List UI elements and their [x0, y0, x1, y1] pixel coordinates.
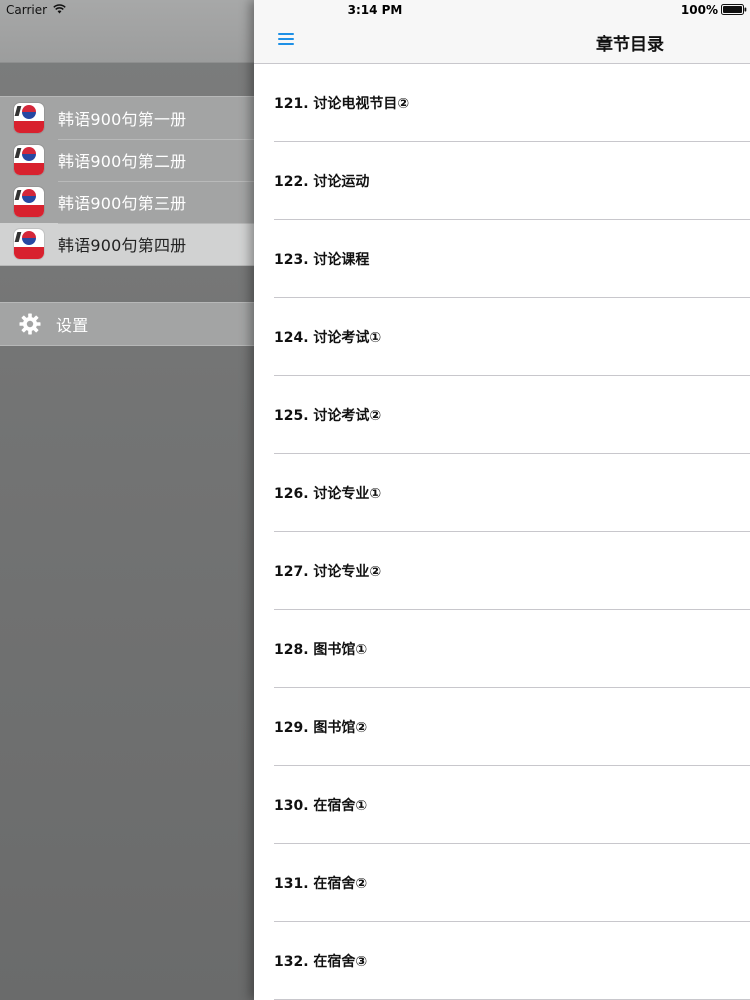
- gear-icon: [19, 313, 41, 335]
- app-icon: [14, 103, 44, 133]
- chapter-item[interactable]: 125. 讨论考试②: [254, 376, 750, 454]
- book-item-2[interactable]: 韩语900句第二册: [0, 139, 256, 181]
- book-item-label: 韩语900句第二册: [58, 152, 187, 171]
- chapter-label: 121. 讨论电视节目②: [274, 96, 410, 112]
- chapter-item[interactable]: 126. 讨论专业①: [254, 454, 750, 532]
- chapter-label: 131. 在宿舍②: [274, 876, 368, 892]
- app-icon: [14, 229, 44, 259]
- chapter-item[interactable]: 127. 讨论专业②: [254, 532, 750, 610]
- chapter-item[interactable]: 121. 讨论电视节目②: [254, 64, 750, 142]
- chapter-item[interactable]: 131. 在宿舍②: [254, 844, 750, 922]
- book-item-3[interactable]: 韩语900句第三册: [0, 181, 256, 223]
- status-bar: Carrier 3:14 PM 100%: [0, 0, 750, 20]
- chapter-item[interactable]: 130. 在宿舍①: [254, 766, 750, 844]
- book-item-label: 韩语900句第四册: [58, 236, 187, 255]
- settings-label: 设置: [56, 316, 89, 335]
- app-root: Carrier 3:14 PM 100% 韩语900句第一册 韩语900句第二册…: [0, 0, 750, 1000]
- chapter-item[interactable]: 132. 在宿舍③: [254, 922, 750, 1000]
- app-icon: [14, 145, 44, 175]
- chapter-label: 130. 在宿舍①: [274, 798, 368, 814]
- chapter-label: 129. 图书馆②: [274, 720, 368, 736]
- chapter-label: 127. 讨论专业②: [274, 564, 382, 580]
- chapter-label: 125. 讨论考试②: [274, 408, 382, 424]
- chapter-item[interactable]: 124. 讨论考试①: [254, 298, 750, 376]
- chapter-item[interactable]: 128. 图书馆①: [254, 610, 750, 688]
- book-item-label: 韩语900句第一册: [58, 110, 187, 129]
- book-item-label: 韩语900句第三册: [58, 194, 187, 213]
- book-list: 韩语900句第一册 韩语900句第二册 韩语900句第三册 韩语900句第四册: [0, 96, 256, 266]
- clock: 3:14 PM: [347, 3, 403, 17]
- chapter-item[interactable]: 122. 讨论运动: [254, 142, 750, 220]
- chapter-item[interactable]: 123. 讨论课程: [254, 220, 750, 298]
- battery-icon: [721, 4, 747, 15]
- page-title: 章节目录: [596, 35, 664, 55]
- side-menu: 韩语900句第一册 韩语900句第二册 韩语900句第三册 韩语900句第四册: [0, 0, 256, 1000]
- book-item-4[interactable]: 韩语900句第四册: [0, 223, 256, 265]
- chapter-label: 132. 在宿舍③: [274, 954, 368, 970]
- chapter-label: 128. 图书馆①: [274, 642, 368, 658]
- chapter-list: 121. 讨论电视节目② 122. 讨论运动 123. 讨论课程 124. 讨论…: [254, 64, 750, 1000]
- chapter-label: 122. 讨论运动: [274, 174, 370, 190]
- settings-item[interactable]: 设置: [0, 303, 256, 345]
- book-item-1[interactable]: 韩语900句第一册: [0, 97, 256, 139]
- chapter-label: 124. 讨论考试①: [274, 330, 382, 346]
- chapter-label: 123. 讨论课程: [274, 252, 370, 268]
- settings-group: 设置: [0, 302, 256, 346]
- hamburger-icon[interactable]: [278, 33, 294, 47]
- chapter-label: 126. 讨论专业①: [274, 486, 382, 502]
- battery-percent: 100%: [680, 3, 718, 17]
- main-panel: 章节目录 121. 讨论电视节目② 122. 讨论运动 123. 讨论课程 12…: [254, 0, 750, 1000]
- chapter-item[interactable]: 129. 图书馆②: [254, 688, 750, 766]
- app-icon: [14, 187, 44, 217]
